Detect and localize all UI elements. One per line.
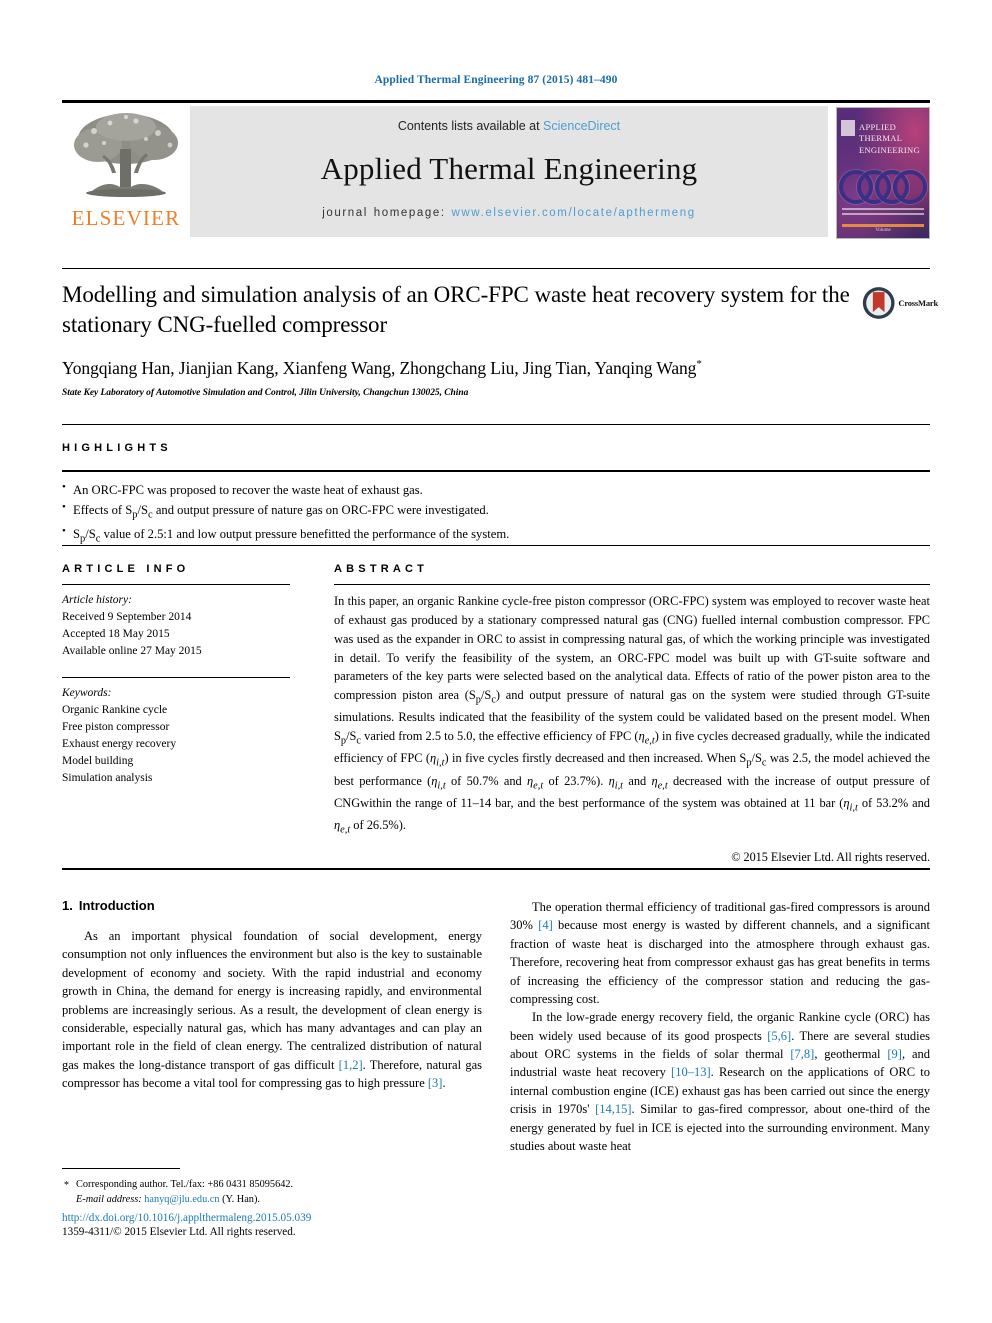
affiliation: State Key Laboratory of Automotive Simul… <box>62 387 469 398</box>
elsevier-logo: ELSEVIER <box>62 103 190 243</box>
list-item: Effects of Sp/Sc and output pressure of … <box>62 499 930 524</box>
cover-rings-graphic <box>837 170 929 204</box>
abstract-text: In this paper, an organic Rankine cycle-… <box>334 594 931 836</box>
running-head: Applied Thermal Engineering 87 (2015) 48… <box>374 74 618 86</box>
footnote-email-link[interactable]: hanyq@jlu.edu.cn <box>144 1194 219 1205</box>
keyword-item: Simulation analysis <box>62 772 153 785</box>
contents-available-line: Contents lists available at ScienceDirec… <box>190 106 828 133</box>
highlights-top-rule <box>62 424 930 425</box>
corresponding-author-marker: * <box>696 357 702 370</box>
journal-cover-thumbnail[interactable]: APPLIED THERMAL ENGINEERING Volume <box>836 107 930 239</box>
crossmark-label: CrossMark <box>898 298 938 308</box>
cover-title-line2: THERMAL <box>859 133 903 144</box>
article-history-label: Article history: <box>62 594 132 606</box>
journal-homepage-link[interactable]: www.elsevier.com/locate/apthermeng <box>452 207 696 219</box>
footnote-email-line: E-mail address: hanyq@jlu.edu.cn (Y. Han… <box>62 1192 482 1207</box>
doi-link[interactable]: http://dx.doi.org/10.1016/j.applthermale… <box>62 1212 482 1224</box>
highlights-list: An ORC-FPC was proposed to recover the w… <box>62 479 930 548</box>
body-paragraph: As an important physical foundation of s… <box>62 929 482 1090</box>
article-info-rule <box>62 584 290 585</box>
abstract-top-rule <box>62 545 930 546</box>
footnote-corresponding-text: Corresponding author. Tel./fax: +86 0431… <box>76 1179 294 1190</box>
author-list: Yongqiang Han, Jianjian Kang, Xianfeng W… <box>62 358 852 379</box>
cover-title-line1: APPLIED <box>859 122 897 132</box>
contents-prefix: Contents lists available at <box>397 119 544 133</box>
elsevier-tree-icon <box>74 113 178 197</box>
crossmark-badge[interactable]: CrossMark <box>862 282 938 324</box>
section-number: 1. <box>62 898 73 913</box>
cover-footer-text: Volume <box>875 228 891 233</box>
highlights-bottom-rule <box>62 470 930 472</box>
history-available-online: Available online 27 May 2015 <box>62 645 202 658</box>
cover-title: APPLIED THERMAL ENGINEERING <box>859 122 920 156</box>
keyword-item: Organic Rankine cycle <box>62 704 168 717</box>
keyword-item: Model building <box>62 755 134 768</box>
keywords-label: Keywords: <box>62 687 112 700</box>
body-top-rule <box>62 868 930 870</box>
cover-title-line3: ENGINEERING <box>859 144 920 155</box>
journal-band: Contents lists available at ScienceDirec… <box>190 106 828 237</box>
cover-elsevier-mark <box>841 120 855 136</box>
keyword-item: Exhaust energy recovery <box>62 738 177 751</box>
keywords-rule <box>62 677 290 679</box>
footnote-email-suffix: (Y. Han). <box>222 1194 260 1206</box>
highlights-section: HIGHLIGHTS <box>62 442 930 454</box>
abstract-column: ABSTRACT In this paper, an organic Ranki… <box>334 563 930 865</box>
abstract-rule <box>334 584 930 585</box>
footnote-email-label: E-mail address: <box>76 1194 142 1206</box>
list-item: An ORC-FPC was proposed to recover the w… <box>62 479 930 500</box>
page-title: Modelling and simulation analysis of an … <box>62 282 850 337</box>
paper-page: Applied Thermal Engineering 87 (2015) 48… <box>0 0 992 1323</box>
body-paragraph: In the low-grade energy recovery field, … <box>510 1010 930 1153</box>
keyword-item: Free piston compressor <box>62 721 170 734</box>
history-accepted: Accepted 18 May 2015 <box>62 628 170 641</box>
body-paragraph: The operation thermal efficiency of trad… <box>510 900 930 1006</box>
footnote-corresponding-line: * Corresponding author. Tel./fax: +86 04… <box>62 1177 482 1192</box>
article-info-heading: ARTICLE INFO <box>62 563 190 575</box>
highlights-heading: HIGHLIGHTS <box>62 442 172 454</box>
corresponding-author-footnote: * Corresponding author. Tel./fax: +86 04… <box>62 1168 482 1208</box>
section-title: Introduction <box>78 898 155 913</box>
cover-text-lines <box>842 208 924 218</box>
issn-copyright-line: 1359-4311/© 2015 Elsevier Ltd. All right… <box>62 1226 296 1238</box>
homepage-prefix: journal homepage: <box>322 207 452 219</box>
journal-homepage-line: journal homepage: www.elsevier.com/locat… <box>190 207 828 219</box>
abstract-copyright: © 2015 Elsevier Ltd. All rights reserved… <box>731 850 930 864</box>
history-received: Received 9 September 2014 <box>62 611 192 624</box>
footnote-rule <box>62 1168 180 1169</box>
author-names: Yongqiang Han, Jianjian Kang, Xianfeng W… <box>62 357 697 378</box>
section-heading-introduction: 1. Introduction <box>62 898 482 913</box>
crossmark-icon <box>862 287 895 319</box>
body-column-left: 1. Introduction As an important physical … <box>62 898 482 1092</box>
elsevier-wordmark: ELSEVIER <box>71 206 181 230</box>
body-column-right: The operation thermal efficiency of trad… <box>510 898 930 1155</box>
footer-doi-block: http://dx.doi.org/10.1016/j.applthermale… <box>62 1212 482 1238</box>
title-top-rule <box>62 268 930 269</box>
article-info-column: ARTICLE INFO Article history: Received 9… <box>62 563 290 787</box>
sciencedirect-link[interactable]: ScienceDirect <box>543 119 620 133</box>
footnote-star-marker: * <box>64 1180 69 1191</box>
journal-title: Applied Thermal Engineering <box>320 151 698 186</box>
list-item: Sp/Sc value of 2.5:1 and low output pres… <box>62 523 930 548</box>
journal-masthead: ELSEVIER Contents lists available at Sci… <box>62 100 930 243</box>
title-block: Modelling and simulation analysis of an … <box>62 280 852 398</box>
abstract-heading: ABSTRACT <box>334 563 429 575</box>
